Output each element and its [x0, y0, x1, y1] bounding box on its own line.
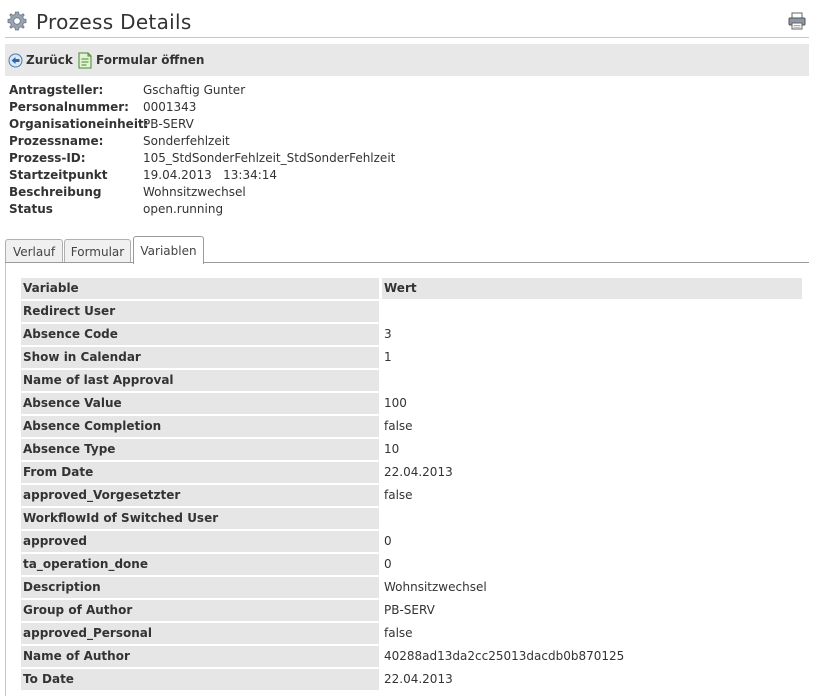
variable-value: false: [384, 488, 413, 502]
variable-name: Description: [21, 577, 379, 598]
tab-formular[interactable]: Formular: [64, 239, 131, 263]
table-row: From Date 22.04.2013: [21, 462, 802, 483]
info-label: Startzeitpunkt: [9, 168, 108, 182]
table-row: Absence Code 3: [21, 324, 802, 345]
info-value: 19.04.2013 13:34:14: [143, 168, 278, 182]
table-row: WorkflowId of Switched User: [21, 508, 802, 529]
back-arrow-icon: [8, 53, 23, 67]
info-label: Personalnummer:: [9, 100, 129, 114]
variable-value: 100: [384, 396, 407, 410]
variable-value: [382, 370, 802, 391]
table-row: approved 0: [21, 531, 802, 552]
title-divider: [5, 37, 809, 38]
variable-name: Absence Completion: [21, 416, 379, 437]
table-row: Redirect User: [21, 301, 802, 322]
variable-name: approved: [21, 531, 379, 552]
info-row: Antragsteller: Gschaftig Gunter: [9, 83, 529, 100]
info-value: Gschaftig Gunter: [143, 83, 246, 97]
variable-name: Redirect User: [21, 301, 379, 322]
variable-name: approved_Vorgesetzter: [21, 485, 379, 506]
variable-name: Name of Author: [21, 646, 379, 667]
info-row: Personalnummer: 0001343: [9, 100, 529, 117]
variable-value: 22.04.2013: [384, 465, 453, 479]
info-row: Organisationeinheit: PB-SERV: [9, 117, 529, 134]
variable-name: Group of Author: [21, 600, 379, 621]
variable-name: Absence Type: [21, 439, 379, 460]
toolbar: Zurück Formular öffnen: [5, 44, 809, 76]
variable-value: 0: [384, 557, 392, 571]
info-label: Status: [9, 202, 53, 216]
info-label: Antragsteller:: [9, 83, 104, 97]
tab-verlauf[interactable]: Verlauf: [5, 239, 63, 263]
info-row: Status open.running: [9, 202, 529, 219]
info-value: Sonderfehlzeit: [143, 134, 230, 148]
column-header-variable: Variable: [21, 278, 379, 299]
table-row: Description Wohnsitzwechsel: [21, 577, 802, 598]
column-header-value: Wert: [382, 278, 802, 299]
info-value: 105_StdSonderFehlzeit_StdSonderFehlzeit: [143, 151, 396, 165]
table-row: Show in Calendar 1: [21, 347, 802, 368]
variable-name: To Date: [21, 669, 379, 690]
table-row: Name of last Approval: [21, 370, 802, 391]
gear-icon: [7, 11, 27, 31]
table-row: approved_Vorgesetzter false: [21, 485, 802, 506]
variable-name: approved_Personal: [21, 623, 379, 644]
table-row: Absence Type 10: [21, 439, 802, 460]
printer-icon[interactable]: [787, 11, 807, 31]
info-label: Prozessname:: [9, 134, 104, 148]
info-row: Prozessname: Sonderfehlzeit: [9, 134, 529, 151]
variable-name: WorkflowId of Switched User: [21, 508, 379, 529]
table-header-row: Variable Wert: [21, 278, 802, 299]
info-value: open.running: [143, 202, 224, 216]
table-row: Group of Author PB-SERV: [21, 600, 802, 621]
table-row: Name of Author 40288ad13da2cc25013dacdb0…: [21, 646, 802, 667]
info-label: Prozess-ID:: [9, 151, 86, 165]
variable-value: 0: [384, 534, 392, 548]
info-value: 0001343: [143, 100, 197, 114]
info-row: Startzeitpunkt 19.04.2013 13:34:14: [9, 168, 529, 185]
info-value: Wohnsitzwechsel: [143, 185, 246, 199]
open-form-button[interactable]: Formular öffnen: [77, 44, 204, 76]
variable-value: false: [384, 419, 413, 433]
back-button-label: Zurück: [26, 53, 73, 67]
info-row: Beschreibung Wohnsitzwechsel: [9, 185, 529, 202]
table-row: Absence Completion false: [21, 416, 802, 437]
variable-value: 3: [384, 327, 392, 341]
title-bar: Prozess Details: [0, 0, 815, 38]
info-value: PB-SERV: [143, 117, 194, 131]
variable-name: Show in Calendar: [21, 347, 379, 368]
table-row: To Date 22.04.2013: [21, 669, 802, 690]
table-row: Absence Value 100: [21, 393, 802, 414]
back-button[interactable]: Zurück: [8, 44, 73, 76]
variable-value: 10: [384, 442, 400, 456]
form-document-icon: [78, 52, 92, 68]
page-title: Prozess Details: [36, 10, 192, 34]
variable-value: 1: [384, 350, 392, 364]
info-label: Organisationeinheit:: [9, 117, 149, 131]
variable-value: Wohnsitzwechsel: [384, 580, 487, 594]
table-row: approved_Personal false: [21, 623, 802, 644]
variable-name: Name of last Approval: [21, 370, 379, 391]
info-row: Prozess-ID: 105_StdSonderFehlzeit_StdSon…: [9, 151, 529, 168]
variable-value: [382, 301, 802, 322]
variable-name: ta_operation_done: [21, 554, 379, 575]
tab-variablen[interactable]: Variablen: [133, 236, 204, 264]
variable-value: PB-SERV: [384, 603, 435, 617]
variable-value: [382, 508, 802, 529]
variable-value: 22.04.2013: [384, 672, 453, 686]
open-form-button-label: Formular öffnen: [96, 53, 205, 67]
variable-name: Absence Code: [21, 324, 379, 345]
table-row: ta_operation_done 0: [21, 554, 802, 575]
info-label: Beschreibung: [9, 185, 102, 199]
variable-name: Absence Value: [21, 393, 379, 414]
variable-name: From Date: [21, 462, 379, 483]
variable-value: 40288ad13da2cc25013dacdb0b870125: [384, 649, 625, 663]
variable-value: false: [384, 626, 413, 640]
